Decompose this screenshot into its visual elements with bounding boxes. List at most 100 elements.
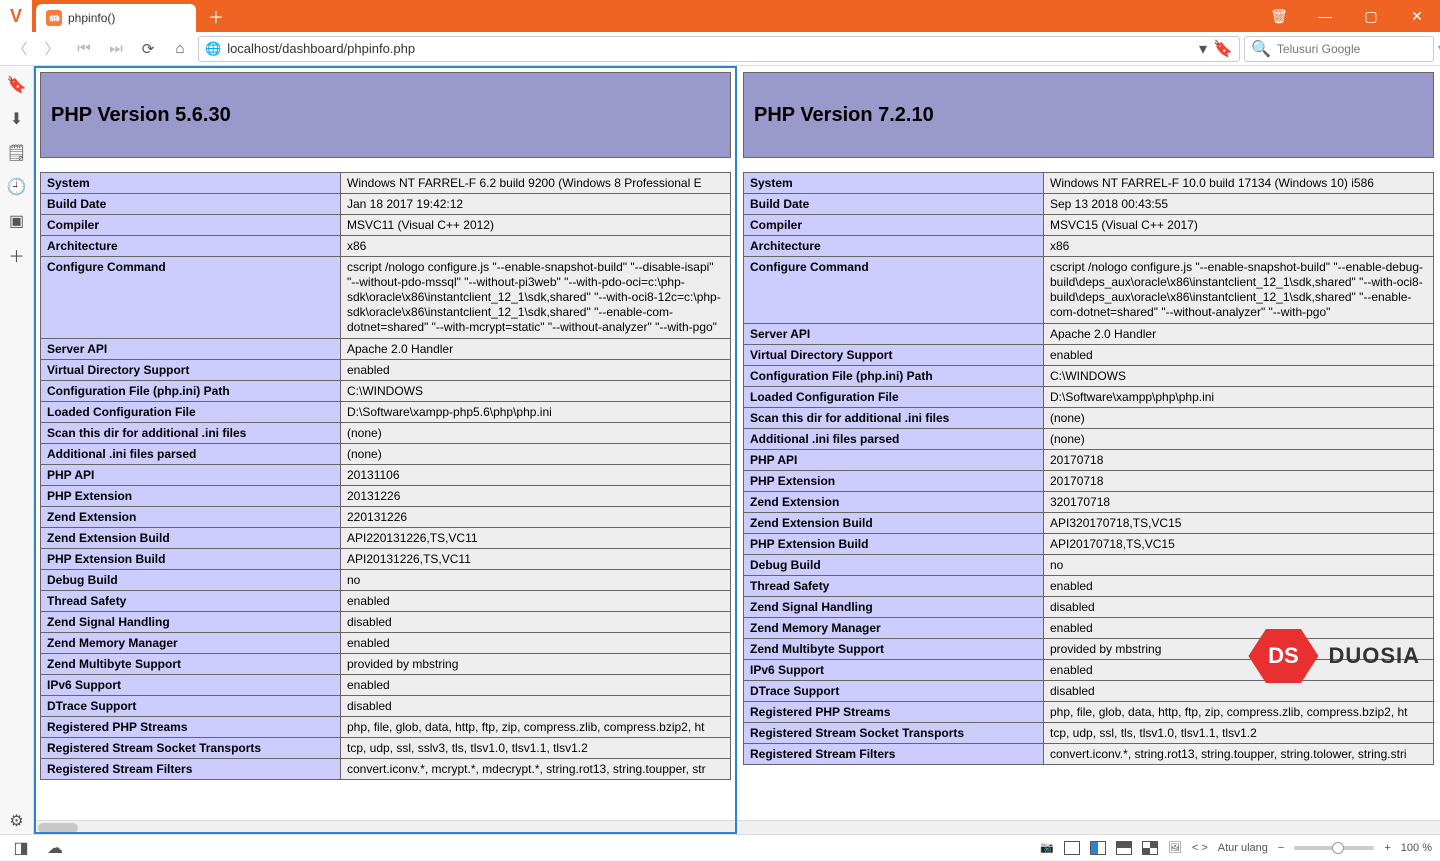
table-key: Registered Stream Socket Transports — [744, 723, 1044, 744]
vivaldi-logo[interactable]: V — [0, 0, 32, 32]
home-button[interactable]: ⌂ — [166, 35, 194, 63]
table-key: PHP API — [744, 450, 1044, 471]
table-value: enabled — [1044, 618, 1434, 639]
bookmarks-panel-icon[interactable]: 🔖 — [4, 72, 30, 98]
zoom-slider-thumb[interactable] — [1332, 842, 1344, 854]
browser-tab[interactable]: ഌ phpinfo() — [36, 4, 196, 32]
zoom-out-button[interactable]: − — [1278, 842, 1284, 854]
page-content: PHP Version 5.6.30 SystemWindows NT FARR… — [34, 66, 1440, 834]
sync-icon[interactable]: ☁ — [42, 835, 68, 861]
rewind-button[interactable]: ⏮ — [70, 35, 98, 63]
history-panel-icon[interactable]: 🕘 — [4, 174, 30, 200]
table-key: Zend Signal Handling — [41, 612, 341, 633]
trash-button[interactable]: 🗑 — [1256, 0, 1302, 32]
table-value: Apache 2.0 Handler — [1044, 324, 1434, 345]
status-bar: ◨ ☁ 📷 🖼 < > Atur ulang − + 100 % — [0, 834, 1440, 860]
table-row: Zend Multibyte Supportprovided by mbstri… — [41, 654, 731, 675]
table-value: enabled — [341, 591, 731, 612]
table-value: Windows NT FARREL-F 10.0 build 17134 (Wi… — [1044, 173, 1434, 194]
table-key: Zend Memory Manager — [41, 633, 341, 654]
reset-zoom-button[interactable]: Atur ulang — [1218, 842, 1268, 854]
tile-horizontal-icon[interactable] — [1116, 841, 1132, 855]
table-value: 20170718 — [1044, 450, 1434, 471]
capture-icon[interactable]: 📷 — [1040, 841, 1054, 854]
table-key: Registered Stream Filters — [41, 759, 341, 780]
table-value: Sep 13 2018 00:43:55 — [1044, 194, 1434, 215]
table-value: D:\Software\xampp-php5.6\php\php.ini — [341, 402, 731, 423]
tile-single-icon[interactable] — [1064, 841, 1080, 855]
page-actions-icon[interactable]: < > — [1192, 842, 1208, 854]
maximize-button[interactable]: ▢ — [1348, 0, 1394, 32]
table-value: enabled — [1044, 576, 1434, 597]
table-row: Registered PHP Streamsphp, file, glob, d… — [41, 717, 731, 738]
table-value: enabled — [341, 633, 731, 654]
settings-icon[interactable]: ⚙ — [4, 808, 30, 834]
address-bar: 〈 〉 ⏮ ⏭ ⟳ ⌂ 🌐 ▾ 🔖 🔍 ▾ — [0, 32, 1440, 66]
search-input[interactable] — [1277, 42, 1432, 56]
search-icon: 🔍 — [1251, 39, 1271, 59]
table-value: convert.iconv.*, mcrypt.*, mdecrypt.*, s… — [341, 759, 731, 780]
url-dropdown-icon[interactable]: ▾ — [1199, 39, 1207, 59]
panel-rail: 🔖 ⬇ 🗒 🕘 ▣ ＋ ⚙ — [0, 66, 34, 834]
table-row: Loaded Configuration FileD:\Software\xam… — [744, 387, 1434, 408]
window-panel-icon[interactable]: ▣ — [4, 208, 30, 234]
add-panel-icon[interactable]: ＋ — [4, 242, 30, 268]
table-key: Zend Signal Handling — [744, 597, 1044, 618]
notes-panel-icon[interactable]: 🗒 — [4, 140, 30, 166]
table-value: (none) — [341, 423, 731, 444]
left-pane[interactable]: PHP Version 5.6.30 SystemWindows NT FARR… — [34, 66, 737, 834]
table-key: System — [41, 173, 341, 194]
table-key: PHP Extension — [744, 471, 1044, 492]
downloads-panel-icon[interactable]: ⬇ — [4, 106, 30, 132]
panel-toggle-icon[interactable]: ◨ — [8, 835, 34, 861]
table-row: PHP Extension20170718 — [744, 471, 1434, 492]
table-value: 20131226 — [341, 486, 731, 507]
php-version-title: PHP Version 5.6.30 — [51, 104, 231, 127]
back-button[interactable]: 〈 — [6, 35, 34, 63]
right-pane[interactable]: PHP Version 7.2.10 SystemWindows NT FARR… — [737, 66, 1440, 834]
bookmark-icon[interactable]: 🔖 — [1213, 39, 1233, 59]
phpinfo-header-left: PHP Version 5.6.30 — [40, 72, 731, 158]
minimize-button[interactable]: — — [1302, 0, 1348, 32]
table-value: enabled — [341, 360, 731, 381]
scrollbar-thumb[interactable] — [38, 823, 78, 833]
table-row: Zend Memory Managerenabled — [744, 618, 1434, 639]
fastforward-button[interactable]: ⏭ — [102, 35, 130, 63]
table-row: Registered Stream Filtersconvert.iconv.*… — [41, 759, 731, 780]
table-key: Architecture — [744, 236, 1044, 257]
images-toggle-icon[interactable]: 🖼 — [1168, 841, 1182, 854]
table-row: Additional .ini files parsed(none) — [744, 429, 1434, 450]
table-key: Zend Multibyte Support — [41, 654, 341, 675]
table-value: (none) — [1044, 429, 1434, 450]
table-row: Registered Stream Filtersconvert.iconv.*… — [744, 744, 1434, 765]
table-value: C:\WINDOWS — [341, 381, 731, 402]
table-key: Thread Safety — [41, 591, 341, 612]
close-button[interactable]: ✕ — [1394, 0, 1440, 32]
tile-grid-icon[interactable] — [1142, 841, 1158, 855]
xampp-favicon-icon: ഌ — [46, 10, 62, 26]
table-key: DTrace Support — [744, 681, 1044, 702]
url-input[interactable] — [227, 41, 1193, 56]
table-row: PHP API20170718 — [744, 450, 1434, 471]
search-field[interactable]: 🔍 ▾ — [1244, 36, 1434, 62]
zoom-in-button[interactable]: + — [1384, 842, 1390, 854]
table-key: Zend Extension — [744, 492, 1044, 513]
table-key: PHP Extension Build — [41, 549, 341, 570]
phpinfo-table-left: SystemWindows NT FARREL-F 6.2 build 9200… — [40, 172, 731, 780]
forward-button[interactable]: 〉 — [38, 35, 66, 63]
table-value: x86 — [341, 236, 731, 257]
table-key: Zend Extension — [41, 507, 341, 528]
table-value: Jan 18 2017 19:42:12 — [341, 194, 731, 215]
table-row: IPv6 Supportenabled — [744, 660, 1434, 681]
reload-button[interactable]: ⟳ — [134, 35, 162, 63]
new-tab-button[interactable]: ＋ — [204, 4, 228, 28]
table-key: Virtual Directory Support — [41, 360, 341, 381]
horizontal-scrollbar[interactable] — [34, 820, 1440, 834]
tile-vertical-icon[interactable] — [1090, 841, 1106, 855]
zoom-slider[interactable] — [1294, 846, 1374, 850]
table-row: Zend Extension BuildAPI320170718,TS,VC15 — [744, 513, 1434, 534]
table-row: PHP Extension BuildAPI20170718,TS,VC15 — [744, 534, 1434, 555]
url-field[interactable]: 🌐 ▾ 🔖 — [198, 36, 1240, 62]
table-value: convert.iconv.*, string.rot13, string.to… — [1044, 744, 1434, 765]
table-value: API320170718,TS,VC15 — [1044, 513, 1434, 534]
